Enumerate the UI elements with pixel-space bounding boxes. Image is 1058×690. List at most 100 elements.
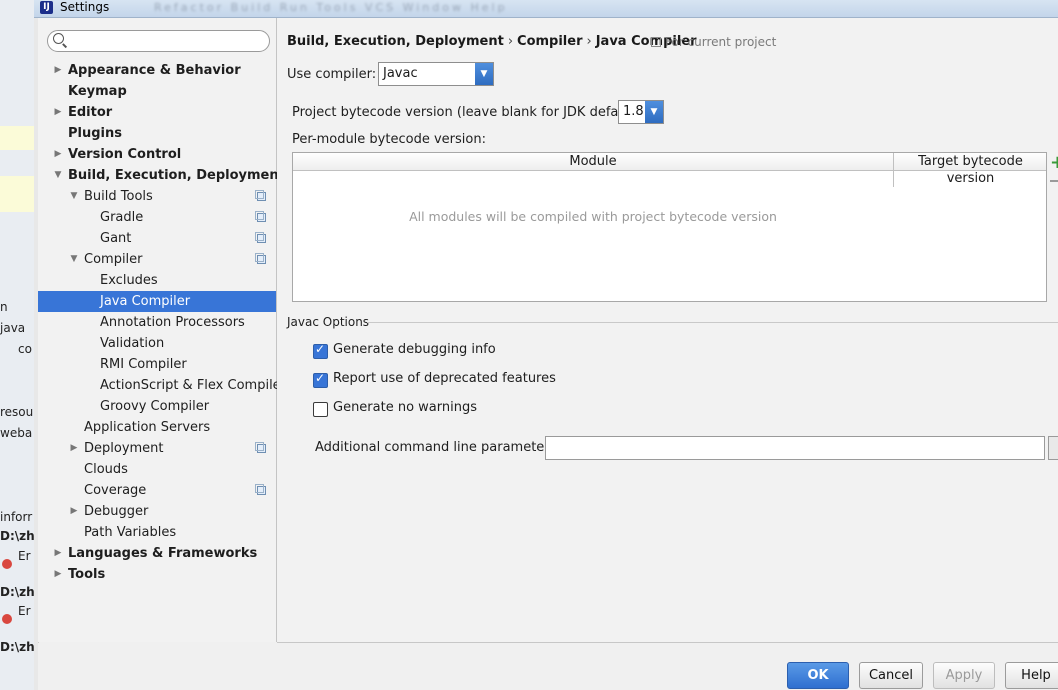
tree-item-excludes[interactable]: Excludes	[38, 270, 276, 291]
chevron-down-icon[interactable]: ▼	[645, 101, 663, 123]
tree-item-plugins[interactable]: Plugins	[38, 123, 276, 144]
option-label[interactable]: Generate debugging info	[333, 342, 496, 357]
breadcrumb-item: Compiler	[517, 34, 583, 49]
tree-item-label: Clouds	[84, 462, 128, 477]
tree-item-label: Gant	[100, 231, 132, 246]
tree-item-label: Coverage	[84, 483, 147, 498]
tree-item-compiler[interactable]: ▼ Compiler	[38, 249, 276, 270]
background-text: inforr	[0, 510, 33, 524]
chevron-down-icon[interactable]: ▼	[475, 63, 493, 85]
title-bar[interactable]: IJ Settings Refactor Build Run Tools VCS…	[34, 0, 1058, 18]
background-text: co	[18, 342, 32, 356]
tree-item-label: Keymap	[68, 84, 127, 99]
params-input[interactable]	[545, 436, 1045, 460]
remove-icon[interactable]	[1050, 180, 1058, 182]
compiler-select[interactable]: Javac ▼	[378, 62, 494, 86]
project-scope-icon	[255, 232, 266, 243]
tree-item-java-compiler[interactable]: Java Compiler	[38, 291, 276, 312]
javac-options-label: Javac Options	[287, 315, 370, 329]
chevron-right-icon[interactable]: ▶	[69, 501, 79, 522]
chevron-right-icon[interactable]: ▶	[53, 144, 63, 165]
params-label: Additional command line parameters:	[315, 440, 561, 455]
option-checkbox[interactable]	[313, 342, 328, 359]
option-checkbox[interactable]	[313, 402, 328, 417]
background-text: Er	[18, 549, 31, 563]
tree-item-label: Validation	[100, 336, 165, 351]
search-input[interactable]	[47, 30, 270, 52]
tree-item-clouds[interactable]: Clouds	[38, 459, 276, 480]
chevron-down-icon[interactable]: ▼	[53, 165, 63, 186]
option-label[interactable]: Report use of deprecated features	[333, 371, 556, 386]
tree-item-label: ActionScript & Flex Compiler	[100, 378, 287, 393]
chevron-right-icon[interactable]: ▶	[53, 564, 63, 585]
tree-item-build-tools[interactable]: ▼ Build Tools	[38, 186, 276, 207]
tree-item-label: Languages & Frameworks	[68, 546, 258, 561]
tree-item-appearance-behavior[interactable]: ▶ Appearance & Behavior	[38, 60, 276, 81]
table-header: Module Target bytecode version	[293, 153, 1046, 187]
ok-button[interactable]: OK	[787, 662, 849, 689]
background-text: Er	[18, 604, 31, 618]
tree-item-label: Gradle	[100, 210, 144, 225]
tree-item-keymap[interactable]: Keymap	[38, 81, 276, 102]
option-checkbox[interactable]	[313, 371, 328, 388]
tree-item-groovy-compiler[interactable]: Groovy Compiler	[38, 396, 276, 417]
tree-item-label: Groovy Compiler	[100, 399, 210, 414]
tree-item-label: Appearance & Behavior	[68, 63, 241, 78]
background-menu-blur: Refactor Build Run Tools VCS Window Help	[154, 1, 508, 14]
tree-item-gradle[interactable]: Gradle	[38, 207, 276, 228]
background-text: weba	[0, 426, 33, 440]
background-text: D:\zh	[0, 529, 35, 543]
tree-item-build-execution-deployment[interactable]: ▼ Build, Execution, Deployment	[38, 165, 285, 186]
chevron-right-icon[interactable]: ▶	[53, 543, 63, 564]
tree-item-tools[interactable]: ▶ Tools	[38, 564, 276, 585]
settings-tree-pane: ▶ Appearance & Behavior Keymap ▶ Editor Plugi…	[38, 18, 286, 642]
tree-item-label: Compiler	[84, 252, 143, 267]
add-icon[interactable]: +	[1050, 154, 1058, 172]
background-highlight	[0, 176, 34, 212]
scope-note: For current project	[651, 35, 776, 49]
bytecode-version-value: 1.8	[623, 104, 644, 119]
tree-item-label: Build, Execution, Deployment	[68, 168, 285, 183]
tree-item-editor[interactable]: ▶ Editor	[38, 102, 276, 123]
group-divider	[367, 322, 1058, 323]
column-module[interactable]: Module	[293, 153, 893, 170]
tree-item-coverage[interactable]: Coverage	[38, 480, 276, 501]
help-button[interactable]: Help	[1005, 662, 1058, 689]
tree-item-application-servers[interactable]: Application Servers	[38, 417, 276, 438]
chevron-right-icon[interactable]: ▶	[69, 438, 79, 459]
search-icon	[53, 33, 64, 44]
compiler-select-value: Javac	[383, 66, 418, 81]
tree-item-debugger[interactable]: ▶ Debugger	[38, 501, 276, 522]
module-table[interactable]: Module Target bytecode version All modul…	[292, 152, 1047, 302]
tree-item-path-variables[interactable]: Path Variables	[38, 522, 276, 543]
chevron-right-icon[interactable]: ▶	[53, 60, 63, 81]
tree-item-validation[interactable]: Validation	[38, 333, 276, 354]
bytecode-version-select[interactable]: 1.8 ▼	[618, 100, 664, 124]
background-highlight	[0, 126, 34, 150]
chevron-down-icon[interactable]: ▼	[69, 186, 79, 207]
background-text: n	[0, 300, 8, 314]
tree-item-rmi-compiler[interactable]: RMI Compiler	[38, 354, 276, 375]
chevron-right-icon[interactable]: ▶	[53, 102, 63, 123]
tree-item-label: Annotation Processors	[100, 315, 245, 330]
error-icon	[2, 614, 12, 624]
option-label[interactable]: Generate no warnings	[333, 400, 477, 415]
tree-item-gant[interactable]: Gant	[38, 228, 276, 249]
tree-item-label: Debugger	[84, 504, 149, 519]
project-scope-icon	[255, 190, 266, 201]
tree-item-version-control[interactable]: ▶ Version Control	[38, 144, 276, 165]
per-module-label: Per-module bytecode version:	[292, 132, 486, 147]
tree-item-languages-frameworks[interactable]: ▶ Languages & Frameworks	[38, 543, 276, 564]
expand-icon[interactable]	[1048, 436, 1058, 460]
project-scope-icon	[255, 442, 266, 453]
project-scope-icon	[255, 484, 266, 495]
tree-item-annotation-processors[interactable]: Annotation Processors	[38, 312, 276, 333]
tree-item-actionscript-flex-compiler[interactable]: ActionScript & Flex Compiler	[38, 375, 286, 396]
chevron-down-icon[interactable]: ▼	[69, 249, 79, 270]
apply-button[interactable]: Apply	[933, 662, 995, 689]
column-target-bytecode[interactable]: Target bytecode version	[893, 153, 1047, 187]
background-text: java	[0, 321, 26, 335]
cancel-button[interactable]: Cancel	[859, 662, 923, 689]
tree-item-deployment[interactable]: ▶ Deployment	[38, 438, 276, 459]
tree-item-label: Application Servers	[84, 420, 211, 435]
